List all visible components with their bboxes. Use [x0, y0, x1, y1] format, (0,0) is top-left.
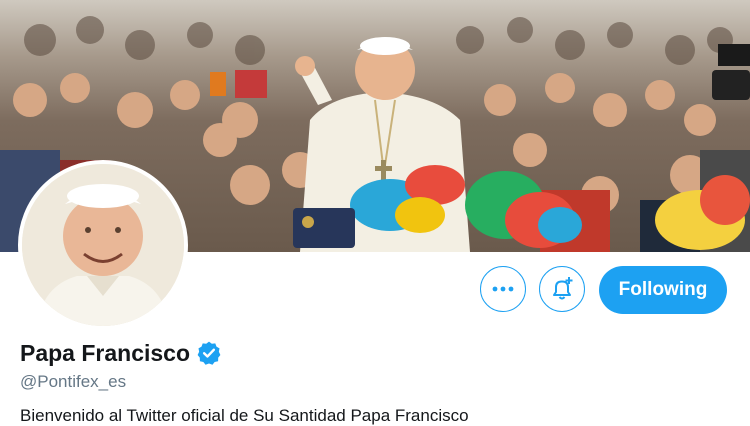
bell-plus-icon — [553, 277, 573, 300]
profile-bio: Bienvenido al Twitter oficial de Su Sant… — [20, 406, 469, 425]
display-name: Papa Francisco — [20, 339, 191, 366]
verified-badge-icon — [197, 341, 221, 365]
following-button[interactable]: Following — [599, 266, 727, 314]
more-dots-icon — [492, 286, 514, 292]
name-row: Papa Francisco — [20, 337, 222, 369]
more-button[interactable] — [480, 266, 526, 312]
notifications-button[interactable] — [539, 266, 585, 312]
avatar-image — [22, 164, 184, 326]
profile-avatar[interactable] — [18, 160, 188, 330]
profile-handle: @Pontifex_es — [20, 372, 127, 391]
